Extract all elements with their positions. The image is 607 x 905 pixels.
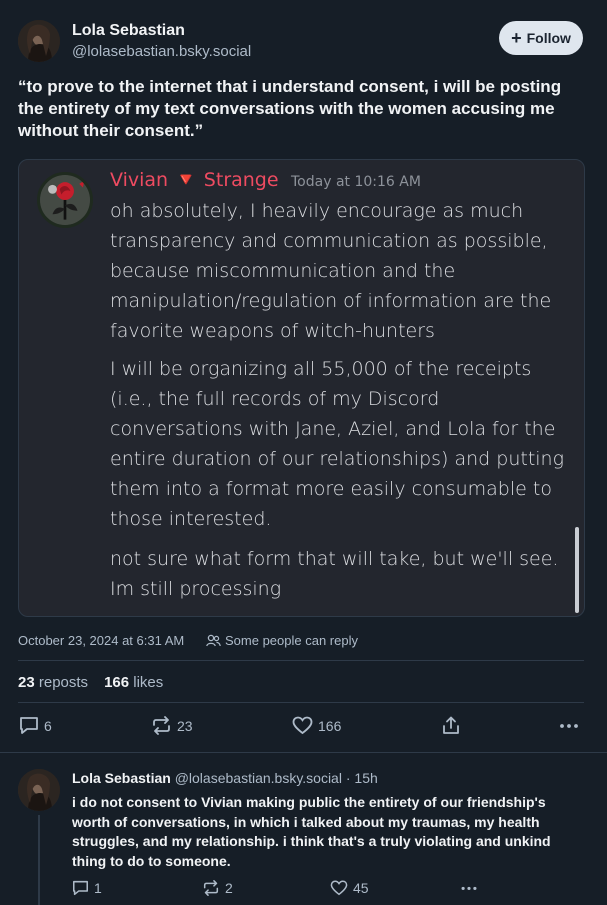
reply-author-avatar[interactable]: [18, 769, 60, 811]
heart-icon: [292, 716, 313, 735]
more-icon: [560, 724, 578, 728]
repost-count: 23: [177, 717, 193, 734]
discord-message-2: I will be organizing all 55,000 of the r…: [110, 358, 564, 530]
discord-timestamp: Today at 10:16 AM: [291, 174, 421, 190]
like-button[interactable]: 166: [292, 716, 341, 735]
thread-line: [38, 815, 40, 905]
more-icon: [461, 886, 477, 891]
discord-message-3: not sure what form that will take, but w…: [110, 548, 559, 600]
repost-button[interactable]: 23: [151, 716, 193, 735]
reply-text: i do not consent to Vivian making public…: [72, 794, 551, 869]
reply-header: Lola Sebastian @lolasebastian.bsky.socia…: [72, 770, 378, 786]
reply-reply-count: 1: [94, 880, 102, 896]
share-icon: [443, 716, 459, 734]
likes-stat[interactable]: 166 likes: [104, 674, 163, 691]
more-button[interactable]: [559, 716, 579, 735]
divider: [18, 702, 584, 703]
reposts-stat[interactable]: 23 reposts: [18, 674, 88, 691]
reply-reply-button[interactable]: 1: [72, 880, 102, 896]
reply-count: 6: [44, 717, 52, 734]
post-stats: 23 reposts 166 likes: [18, 674, 163, 691]
post-text: “to prove to the internet that i underst…: [18, 77, 562, 140]
reposts-count: 23: [18, 674, 35, 691]
divider: [18, 660, 584, 661]
embed-scrollbar[interactable]: [575, 527, 579, 613]
author-avatar[interactable]: [18, 20, 60, 62]
rose-icon: [40, 175, 90, 225]
share-button[interactable]: [442, 716, 460, 735]
repost-icon: [203, 880, 219, 896]
author-handle[interactable]: @lolasebastian.bsky.social: [72, 43, 251, 60]
rose-avatar: [37, 172, 93, 228]
reply-author-handle[interactable]: @lolasebastian.bsky.social: [175, 770, 342, 786]
discord-author-name: Vivian 🔻 Strange: [110, 169, 279, 191]
likes-label: likes: [133, 674, 164, 691]
reply-icon: [20, 717, 38, 734]
author-name[interactable]: Lola Sebastian: [72, 22, 185, 40]
likes-count: 166: [104, 674, 130, 691]
reply-time[interactable]: · 15h: [346, 770, 378, 786]
reply-author-name[interactable]: Lola Sebastian: [72, 770, 171, 786]
people-icon: [206, 634, 221, 647]
like-count: 166: [318, 717, 342, 734]
reply-more-button[interactable]: [460, 880, 478, 896]
reply-icon: [73, 880, 88, 896]
heart-icon: [330, 880, 348, 896]
reply-button[interactable]: 6: [19, 716, 52, 735]
reply-setting[interactable]: Some people can reply: [206, 633, 358, 648]
follow-button[interactable]: + Follow: [499, 21, 583, 55]
avatar-image: [18, 769, 60, 811]
follow-label: Follow: [526, 30, 571, 46]
reply-repost-count: 2: [225, 880, 233, 896]
embedded-image[interactable]: Vivian 🔻 Strange Today at 10:16 AM oh ab…: [18, 159, 585, 617]
reply-like-count: 45: [353, 880, 369, 896]
plus-icon: +: [511, 28, 522, 48]
repost-icon: [153, 716, 170, 735]
reply-like-button[interactable]: 45: [330, 880, 369, 896]
reposts-label: reposts: [38, 674, 89, 691]
discord-message-1: oh absolutely, I heavily encourage as mu…: [110, 200, 552, 342]
reply-setting-label: Some people can reply: [225, 633, 358, 648]
divider: [0, 752, 607, 753]
reply-repost-button[interactable]: 2: [202, 880, 233, 896]
avatar-image: [18, 20, 60, 62]
post-date[interactable]: October 23, 2024 at 6:31 AM: [18, 633, 184, 648]
